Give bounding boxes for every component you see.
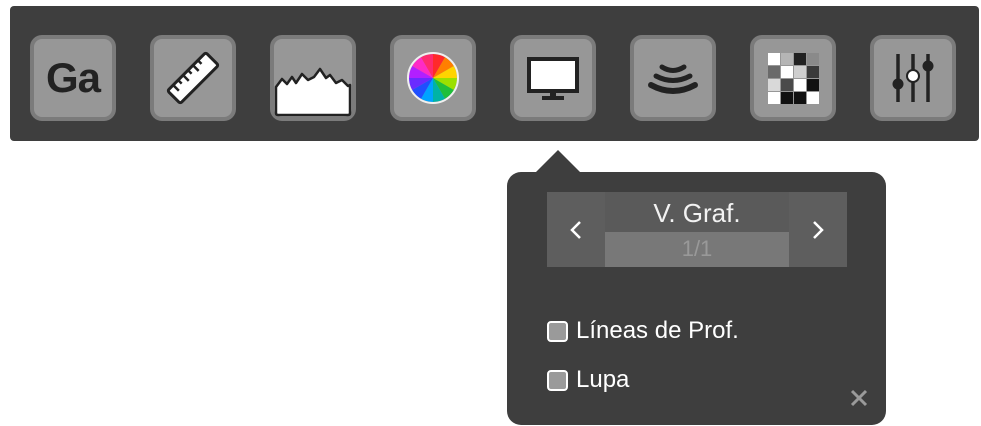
popup-pointer (534, 150, 582, 174)
gain-label: Ga (45, 54, 101, 101)
prev-page-button[interactable] (547, 192, 605, 267)
grid-button[interactable] (750, 35, 836, 121)
grid-cell (807, 66, 819, 78)
grid-cell (768, 53, 780, 65)
depth-lines-option[interactable]: Líneas de Prof. (547, 316, 739, 346)
sonar-button[interactable] (630, 35, 716, 121)
palette-button[interactable] (390, 35, 476, 121)
display-button[interactable] (510, 35, 596, 121)
grid-cell (794, 92, 806, 104)
page-indicator: V. Graf. 1/1 (605, 192, 789, 267)
stage: Ga V. Graf. 1/1 Líneas de Prof. Lupa (0, 0, 981, 426)
toolbar: Ga (10, 6, 979, 141)
magnifier-label: Lupa (576, 366, 630, 393)
grid-cell (807, 53, 819, 65)
line-profile-icon (274, 67, 352, 117)
grid-cell (781, 79, 793, 91)
magnifier-option[interactable]: Lupa (547, 365, 629, 395)
grid-cell (781, 53, 793, 65)
grid-cell (781, 66, 793, 78)
display-popup: V. Graf. 1/1 Líneas de Prof. Lupa (507, 172, 886, 425)
grid-cell (768, 92, 780, 104)
chevron-left-icon (570, 220, 581, 239)
depth-lines-checkbox[interactable] (547, 320, 568, 342)
close-button[interactable] (847, 386, 871, 410)
grid-cell (768, 66, 780, 78)
grid-cell (781, 92, 793, 104)
next-page-button[interactable] (789, 192, 847, 267)
grid-cell (794, 79, 806, 91)
measure-button[interactable] (150, 35, 236, 121)
magnifier-checkbox[interactable] (547, 369, 568, 391)
profile-button[interactable] (270, 35, 356, 121)
close-icon (850, 389, 868, 407)
grid-cell (768, 79, 780, 91)
page-title: V. Graf. (605, 192, 789, 232)
page-counter: 1/1 (605, 232, 789, 267)
settings-button[interactable] (870, 35, 956, 121)
grid-cell (794, 66, 806, 78)
grid-cell (807, 92, 819, 104)
grid-cell (794, 53, 806, 65)
ruler-icon (166, 51, 220, 105)
chevron-right-icon (813, 220, 824, 239)
grayscale-grid-icon (768, 53, 819, 104)
sonar-waves-icon (648, 64, 698, 94)
sliders-icon (892, 54, 934, 102)
color-wheel-icon (407, 52, 459, 104)
gain-button[interactable]: Ga (30, 35, 116, 121)
grid-cell (807, 79, 819, 91)
monitor-icon (527, 57, 579, 100)
depth-lines-label: Líneas de Prof. (576, 317, 739, 344)
